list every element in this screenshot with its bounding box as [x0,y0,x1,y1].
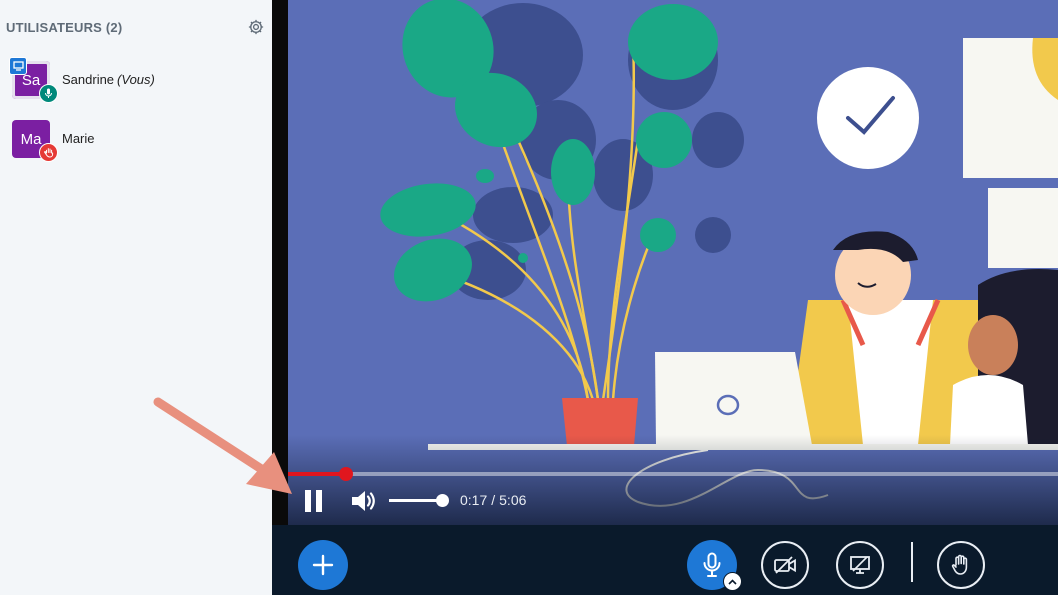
volume-icon [352,491,375,511]
video-player[interactable]: 0:17/5:06 [288,0,1058,525]
pause-button[interactable] [302,488,326,514]
action-divider [911,542,913,582]
user-name-text: Marie [62,130,95,146]
progress-handle[interactable] [338,467,353,481]
action-bar [272,525,1058,595]
you-label: (Vous) [117,71,155,87]
user-name-text: Sandrine [62,71,115,87]
user-name: Marie [62,131,95,146]
progress-fill [288,472,346,476]
gear-icon[interactable] [246,17,266,37]
raised-hand-icon [39,143,58,162]
screen-share-off-icon [850,556,870,574]
actions-plus-button[interactable] [298,540,348,590]
user-name: Sandrine (Vous) [62,72,155,87]
pause-icon [305,490,322,512]
mic-icon [39,84,58,103]
camera-button[interactable] [761,541,809,589]
volume-handle[interactable] [436,494,449,507]
audio-settings-button[interactable] [723,572,742,591]
time-separator: / [491,492,496,508]
time-display: 0:17/5:06 [460,492,526,508]
hand-icon [951,554,968,575]
avatar-wrapper: Ma [12,116,58,162]
duration: 5:06 [499,492,527,508]
users-header: UTILISATEURS (2) [6,17,266,37]
screen-share-button[interactable] [836,541,884,589]
user-item-sandrine[interactable]: Sa Sandrine (Vous) [0,53,272,105]
progress-bar[interactable] [288,467,1058,481]
volume-button[interactable] [350,488,378,514]
presenter-icon [9,57,27,75]
avatar-wrapper: Sa [9,57,58,103]
camera-off-icon [774,556,796,574]
chevron-up-icon [728,578,737,585]
plus-icon [312,554,334,576]
users-title: UTILISATEURS (2) [6,19,123,35]
user-item-marie[interactable]: Ma Marie [0,112,272,164]
raise-hand-button[interactable] [937,541,985,589]
current-time: 0:17 [460,492,488,508]
microphone-icon [703,552,721,577]
controls-overlay [288,435,1058,525]
panel-divider [272,0,288,525]
users-sidebar: UTILISATEURS (2) Sa Sandrine (Vous) Ma M… [0,0,273,595]
